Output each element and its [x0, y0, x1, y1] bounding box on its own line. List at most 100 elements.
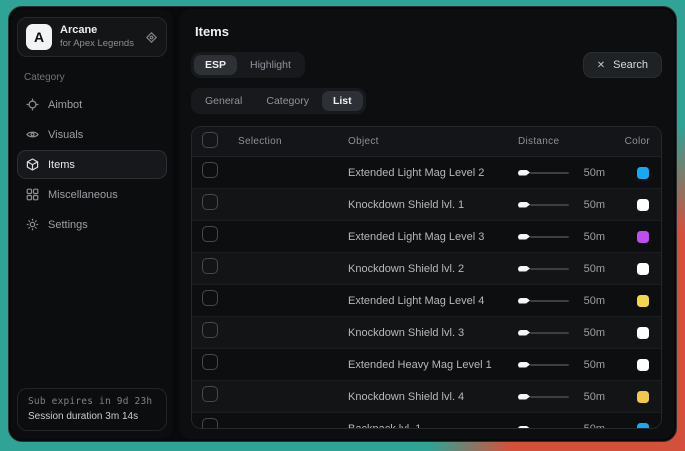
- sidebar-item-label: Settings: [48, 219, 88, 231]
- slider-thumb-icon[interactable]: [518, 202, 530, 208]
- brand-card: A Arcane for Apex Legends: [17, 17, 167, 57]
- distance-slider[interactable]: [518, 266, 569, 272]
- brand-title: Arcane: [60, 24, 134, 38]
- select-all-checkbox[interactable]: [202, 132, 218, 148]
- sub-expiry-text: Sub expires in 9d 23h: [28, 396, 156, 407]
- table-row: Extended Light Mag Level 4 50m: [192, 284, 661, 316]
- cube-icon: [26, 158, 39, 171]
- color-swatch[interactable]: [637, 295, 649, 307]
- pin-icon[interactable]: [145, 31, 158, 44]
- slider-track: [530, 236, 569, 238]
- toolbar: ESP Highlight ✕ Search: [191, 52, 662, 78]
- tab-general[interactable]: General: [194, 91, 253, 111]
- table-row: Extended Light Mag Level 2 50m: [192, 157, 661, 188]
- slider-thumb-icon[interactable]: [518, 426, 530, 430]
- sidebar-nav: Aimbot Visuals Items: [17, 90, 167, 239]
- sidebar-item-miscellaneous[interactable]: Miscellaneous: [17, 180, 167, 209]
- tab-highlight[interactable]: Highlight: [239, 55, 302, 75]
- sidebar-item-label: Miscellaneous: [48, 189, 118, 201]
- brand-text: Arcane for Apex Legends: [60, 24, 134, 50]
- slider-track: [530, 332, 569, 334]
- distance-slider[interactable]: [518, 170, 569, 176]
- mode-tab-group: ESP Highlight: [191, 52, 305, 78]
- slider-thumb-icon[interactable]: [518, 362, 530, 368]
- distance-slider[interactable]: [518, 234, 569, 240]
- distance-value: 50m: [579, 263, 605, 275]
- object-label: Extended Light Mag Level 3: [348, 231, 518, 243]
- row-checkbox[interactable]: [202, 322, 218, 338]
- tab-category[interactable]: Category: [255, 91, 320, 111]
- sidebar-item-aimbot[interactable]: Aimbot: [17, 90, 167, 119]
- x-icon: ✕: [597, 60, 605, 71]
- search-button-label: Search: [613, 59, 648, 71]
- distance-value: 50m: [579, 327, 605, 339]
- header-object: Object: [348, 136, 518, 147]
- sidebar-item-visuals[interactable]: Visuals: [17, 120, 167, 149]
- table-row: Knockdown Shield lvl. 3 50m: [192, 316, 661, 348]
- search-button[interactable]: ✕ Search: [583, 52, 662, 78]
- sidebar-item-settings[interactable]: Settings: [17, 210, 167, 239]
- slider-thumb-icon[interactable]: [518, 298, 530, 304]
- table-header-row: Selection Object Distance Color: [192, 127, 661, 157]
- distance-value: 50m: [579, 231, 605, 243]
- object-label: Extended Light Mag Level 4: [348, 295, 518, 307]
- tab-list[interactable]: List: [322, 91, 363, 111]
- distance-value: 50m: [579, 295, 605, 307]
- session-duration-text: Session duration 3m 14s: [28, 411, 156, 422]
- color-swatch[interactable]: [637, 359, 649, 371]
- distance-slider[interactable]: [518, 202, 569, 208]
- color-swatch[interactable]: [637, 199, 649, 211]
- table-row: Backpack lvl. 1 50m: [192, 412, 661, 429]
- tab-esp[interactable]: ESP: [194, 55, 237, 75]
- slider-track: [530, 300, 569, 302]
- sidebar-item-items[interactable]: Items: [17, 150, 167, 179]
- color-swatch[interactable]: [637, 391, 649, 403]
- app-logo: A: [26, 24, 52, 50]
- table-row: Knockdown Shield lvl. 2 50m: [192, 252, 661, 284]
- distance-value: 50m: [579, 391, 605, 403]
- object-label: Backpack lvl. 1: [348, 423, 518, 430]
- object-label: Knockdown Shield lvl. 2: [348, 263, 518, 275]
- row-checkbox[interactable]: [202, 258, 218, 274]
- slider-track: [530, 428, 569, 430]
- distance-value: 50m: [579, 423, 605, 430]
- object-label: Knockdown Shield lvl. 1: [348, 199, 518, 211]
- table-row: Extended Light Mag Level 3 50m: [192, 220, 661, 252]
- eye-icon: [26, 128, 39, 141]
- color-swatch[interactable]: [637, 423, 649, 430]
- slider-thumb-icon[interactable]: [518, 330, 530, 336]
- header-color: Color: [605, 136, 651, 147]
- row-checkbox[interactable]: [202, 386, 218, 402]
- sidebar: A Arcane for Apex Legends Category Aimbo…: [11, 9, 173, 439]
- object-label: Knockdown Shield lvl. 3: [348, 327, 518, 339]
- color-swatch[interactable]: [637, 263, 649, 275]
- sidebar-item-label: Aimbot: [48, 99, 82, 111]
- slider-track: [530, 396, 569, 398]
- slider-thumb-icon[interactable]: [518, 266, 530, 272]
- slider-thumb-icon[interactable]: [518, 234, 530, 240]
- row-checkbox[interactable]: [202, 418, 218, 429]
- row-checkbox[interactable]: [202, 226, 218, 242]
- distance-slider[interactable]: [518, 362, 569, 368]
- slider-track: [530, 204, 569, 206]
- row-checkbox[interactable]: [202, 354, 218, 370]
- distance-value: 50m: [579, 359, 605, 371]
- row-checkbox[interactable]: [202, 290, 218, 306]
- distance-slider[interactable]: [518, 330, 569, 336]
- table-row: Knockdown Shield lvl. 1 50m: [192, 188, 661, 220]
- sidebar-item-label: Visuals: [48, 129, 83, 141]
- sidebar-item-label: Items: [48, 159, 75, 171]
- color-swatch[interactable]: [637, 327, 649, 339]
- color-swatch[interactable]: [637, 167, 649, 179]
- slider-track: [530, 364, 569, 366]
- slider-thumb-icon[interactable]: [518, 170, 530, 176]
- row-checkbox[interactable]: [202, 162, 218, 178]
- slider-thumb-icon[interactable]: [518, 394, 530, 400]
- distance-slider[interactable]: [518, 394, 569, 400]
- distance-slider[interactable]: [518, 426, 569, 430]
- row-checkbox[interactable]: [202, 194, 218, 210]
- distance-slider[interactable]: [518, 298, 569, 304]
- category-section-label: Category: [24, 72, 160, 83]
- session-card: Sub expires in 9d 23h Session duration 3…: [17, 388, 167, 431]
- color-swatch[interactable]: [637, 231, 649, 243]
